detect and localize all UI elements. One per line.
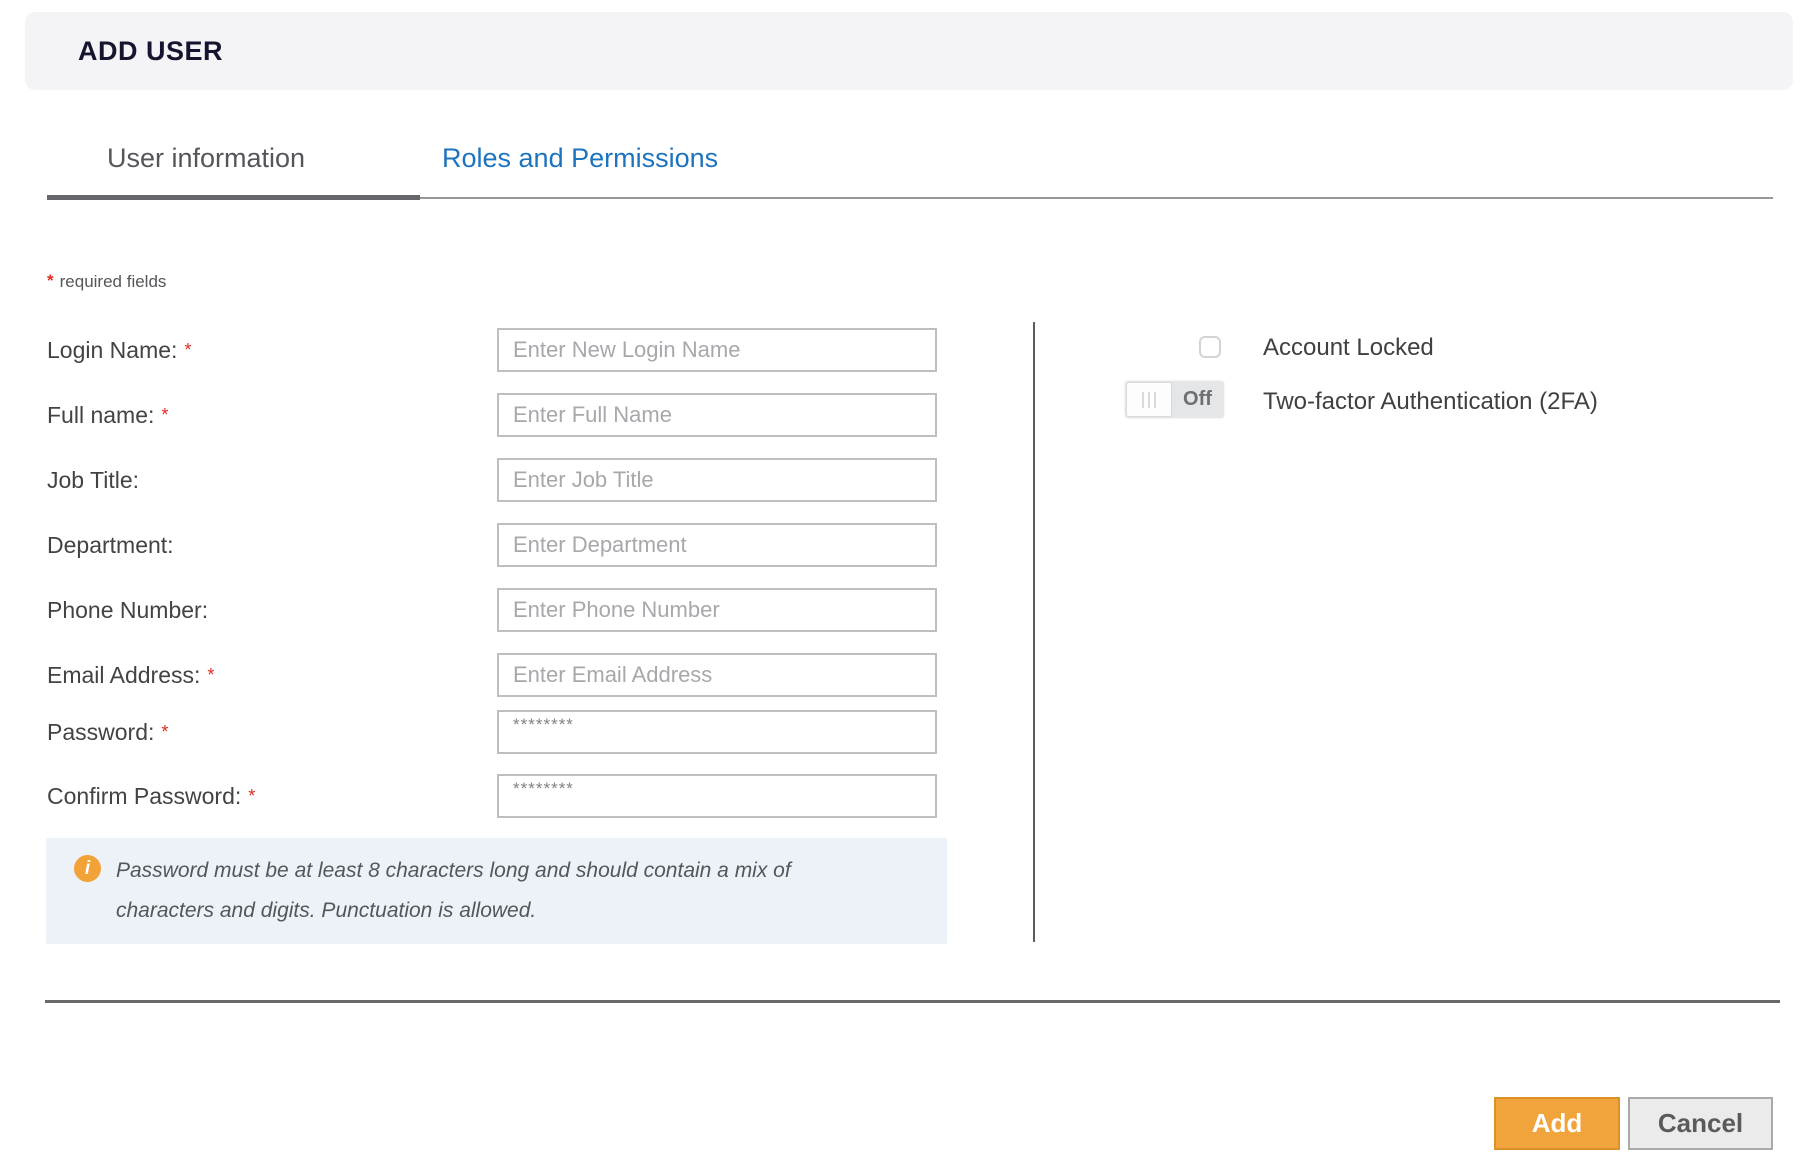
toggle-grip-line [1148,392,1150,408]
required-asterisk: * [207,665,214,685]
email-address-label: Email Address:* [47,662,214,689]
form-row-login-name: Login Name:* [0,328,1000,372]
form-row-full-name: Full name:* [0,393,1000,437]
full-name-input[interactable] [497,393,937,437]
required-note-text: required fields [60,272,167,291]
password-hint-box: i Password must be at least 8 characters… [46,838,947,944]
confirm-password-label: Confirm Password:* [47,783,255,810]
password-label: Password:* [47,719,168,746]
dialog-header: ADD USER [25,12,1793,90]
password-input[interactable] [497,710,937,754]
required-asterisk: * [47,271,54,290]
form-row-confirm-password: Confirm Password:* [0,774,1000,818]
active-tab-underline [47,195,420,200]
required-asterisk: * [161,405,168,425]
login-name-label: Login Name:* [47,337,191,364]
password-hint-text: Password must be at least 8 characters l… [116,851,826,931]
toggle-grip-line [1154,392,1156,408]
job-title-label: Job Title: [47,467,139,494]
required-asterisk: * [161,722,168,742]
form-row-password: Password:* [0,710,1000,754]
add-user-button[interactable]: Add [1494,1097,1620,1150]
tab-user-information[interactable]: User information [107,143,305,174]
info-icon: i [74,855,101,882]
add-user-dialog: ADD USER User information Roles and Perm… [0,0,1812,1164]
login-name-input[interactable] [497,328,937,372]
page-title: ADD USER [78,36,223,67]
two-factor-toggle[interactable]: Off [1125,381,1224,418]
required-asterisk: * [248,786,255,806]
form-row-department: Department: [0,523,1000,567]
phone-number-input[interactable] [497,588,937,632]
toggle-grip-line [1142,392,1144,408]
phone-number-label: Phone Number: [47,597,208,624]
job-title-input[interactable] [497,458,937,502]
email-address-input[interactable] [497,653,937,697]
form-row-job-title: Job Title: [0,458,1000,502]
toggle-state-label: Off [1171,388,1224,411]
account-locked-label: Account Locked [1263,334,1434,362]
form-row-phone-number: Phone Number: [0,588,1000,632]
cancel-button[interactable]: Cancel [1628,1097,1773,1150]
confirm-password-input[interactable] [497,774,937,818]
vertical-divider [1033,322,1035,942]
two-factor-label: Two-factor Authentication (2FA) [1263,388,1598,416]
required-asterisk: * [184,340,191,360]
tab-roles-permissions[interactable]: Roles and Permissions [442,143,718,174]
department-input[interactable] [497,523,937,567]
required-fields-note: * required fields [47,272,166,292]
form-row-email-address: Email Address:* [0,653,1000,697]
account-locked-checkbox[interactable] [1199,336,1221,358]
footer-divider [45,1000,1780,1003]
department-label: Department: [47,532,174,559]
toggle-knob [1127,383,1171,416]
full-name-label: Full name:* [47,402,168,429]
